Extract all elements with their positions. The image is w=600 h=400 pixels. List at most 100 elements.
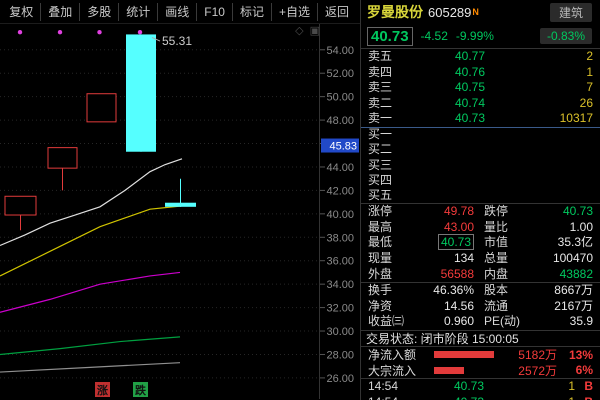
menu-item-f10[interactable]: F10 bbox=[196, 3, 232, 21]
price-change: -4.52 bbox=[421, 29, 448, 43]
svg-text:涨: 涨 bbox=[97, 383, 108, 397]
svg-text:50.00: 50.00 bbox=[326, 92, 354, 104]
svg-text:34.00: 34.00 bbox=[326, 279, 354, 291]
tick-price: 40.73 bbox=[414, 395, 484, 400]
candlestick-chart[interactable]: 54.0052.0050.0048.0046.0044.0042.0040.00… bbox=[0, 24, 360, 399]
stat-value: 43882 bbox=[534, 267, 593, 282]
bid-row-5[interactable]: 买五 bbox=[361, 189, 600, 205]
ask-label: 卖一 bbox=[368, 111, 413, 126]
tick-side: B bbox=[575, 379, 593, 394]
stat-value: 100470 bbox=[534, 251, 593, 266]
low-price-boxed: 40.73 bbox=[438, 234, 474, 250]
stats-group-2: 换手 46.36% 股本 8667万 净资 14.56 流通 2167万 收益㈢… bbox=[361, 283, 600, 331]
ask-label: 卖四 bbox=[368, 65, 413, 80]
ask-price: 40.73 bbox=[413, 111, 485, 126]
ask-volume: 10317 bbox=[485, 111, 593, 126]
kline-chart-region: ◇ ▣ 54.0052.0050.0048.0046.0044.0042.004… bbox=[0, 24, 360, 400]
svg-text:36.00: 36.00 bbox=[326, 256, 354, 268]
menu-item-statistics[interactable]: 统计 bbox=[118, 3, 157, 21]
menu-item-back[interactable]: 返回 bbox=[317, 3, 356, 21]
stock-code: 605289 bbox=[428, 5, 471, 20]
inflow-bar bbox=[434, 351, 494, 358]
svg-text:48.00: 48.00 bbox=[326, 115, 354, 127]
menu-item-mark[interactable]: 标记 bbox=[232, 3, 271, 21]
bid-label: 买四 bbox=[368, 173, 413, 188]
svg-text:52.00: 52.00 bbox=[326, 68, 354, 80]
bid-label: 买三 bbox=[368, 158, 413, 173]
last-price: 40.73 bbox=[367, 27, 413, 46]
ask-price: 40.76 bbox=[413, 65, 485, 80]
ask-price: 40.77 bbox=[413, 49, 485, 64]
stat-row: 收益㈢ 0.960 PE(动) 35.9 bbox=[361, 314, 600, 330]
ask-label: 卖五 bbox=[368, 49, 413, 64]
ask-row-1[interactable]: 卖一 40.73 10317 bbox=[361, 111, 600, 127]
menu: 复权 叠加 多股 统计 画线 F10 标记 +自选 返回 bbox=[2, 3, 356, 21]
stat-value: 2167万 bbox=[534, 299, 593, 314]
ask-price: 40.75 bbox=[413, 80, 485, 95]
tick-time: 14:54 bbox=[368, 395, 414, 400]
new-stock-tag: N bbox=[472, 7, 479, 17]
ask-volume: 2 bbox=[485, 49, 593, 64]
net-inflow-row: 净流入额 5182万 13% bbox=[361, 347, 600, 363]
stat-row: 换手 46.36% 股本 8667万 bbox=[361, 283, 600, 299]
industry-button[interactable]: 建筑 bbox=[550, 3, 592, 22]
bid-row-4[interactable]: 买四 bbox=[361, 173, 600, 189]
ask-row-4[interactable]: 卖四 40.76 1 bbox=[361, 65, 600, 81]
menu-item-adjust[interactable]: 复权 bbox=[2, 3, 40, 21]
stat-label: 股本 bbox=[484, 283, 534, 298]
bid-row-2[interactable]: 买二 bbox=[361, 142, 600, 158]
tick-list[interactable]: 14:54 40.73 1 B 14:54 40.73 1 B bbox=[361, 378, 600, 400]
flow-percent: 13% bbox=[557, 348, 593, 362]
svg-text:40.00: 40.00 bbox=[326, 209, 354, 221]
ask-row-2[interactable]: 卖二 40.74 26 bbox=[361, 96, 600, 112]
menu-item-draw-line[interactable]: 画线 bbox=[157, 3, 196, 21]
menu-item-add-watchlist[interactable]: +自选 bbox=[271, 3, 317, 21]
ask-volume: 26 bbox=[485, 96, 593, 111]
stat-value: 56588 bbox=[415, 267, 474, 282]
ask-label: 卖三 bbox=[368, 80, 413, 95]
stat-label: 最低 bbox=[368, 235, 415, 250]
tick-row: 14:54 40.73 1 B bbox=[361, 379, 600, 395]
bid-row-1[interactable]: 买一 bbox=[361, 127, 600, 143]
menu-item-overlay[interactable]: 叠加 bbox=[40, 3, 79, 21]
ask-row-5[interactable]: 卖五 40.77 2 bbox=[361, 49, 600, 65]
stat-label: 流通 bbox=[484, 299, 534, 314]
stat-label: 跌停 bbox=[484, 204, 534, 219]
svg-text:28.00: 28.00 bbox=[326, 349, 354, 361]
stat-label: 总量 bbox=[484, 251, 534, 266]
stat-value: 0.960 bbox=[415, 314, 474, 329]
industry-change-button[interactable]: -0.83% bbox=[540, 28, 592, 44]
flow-value: 5182万 bbox=[494, 346, 557, 363]
ask-price: 40.74 bbox=[413, 96, 485, 111]
diamond-tool-icon[interactable]: ◇ bbox=[295, 24, 303, 37]
top-menu-bar: 复权 叠加 多股 统计 画线 F10 标记 +自选 返回 bbox=[0, 0, 360, 24]
flow-value: 2572万 bbox=[464, 362, 557, 379]
bid-row-3[interactable]: 买三 bbox=[361, 158, 600, 174]
menu-item-multi-stock[interactable]: 多股 bbox=[79, 3, 118, 21]
window-tool-icon[interactable]: ▣ bbox=[310, 24, 320, 37]
stat-value: 40.73 bbox=[415, 235, 474, 250]
stat-label: 最高 bbox=[368, 220, 415, 235]
stat-label: 外盘 bbox=[368, 267, 415, 282]
stat-value: 46.36% bbox=[415, 283, 474, 298]
svg-text:跌: 跌 bbox=[135, 383, 147, 397]
stock-header: 罗曼股份 605289 N 建筑 bbox=[361, 0, 600, 24]
ask-volume: 1 bbox=[485, 65, 593, 80]
chart-toolbar: ◇ ▣ bbox=[295, 24, 320, 37]
bid-label: 买一 bbox=[368, 127, 413, 142]
stat-value: 14.56 bbox=[415, 299, 474, 314]
tick-volume: 1 bbox=[484, 379, 575, 394]
tick-row: 14:54 40.73 1 B bbox=[361, 394, 600, 400]
svg-text:32.00: 32.00 bbox=[326, 303, 354, 315]
stat-row: 净资 14.56 流通 2167万 bbox=[361, 299, 600, 315]
stats-panel: 涨停 49.78 跌停 40.73 最高 43.00 量比 1.00 最低 40… bbox=[361, 204, 600, 331]
svg-text:30.00: 30.00 bbox=[326, 326, 354, 338]
stat-label: PE(动) bbox=[484, 314, 534, 329]
stat-label: 涨停 bbox=[368, 204, 415, 219]
ask-row-3[interactable]: 卖三 40.75 7 bbox=[361, 80, 600, 96]
stat-value: 1.00 bbox=[534, 220, 593, 235]
stat-row: 最高 43.00 量比 1.00 bbox=[361, 220, 600, 236]
flow-label: 大宗流入 bbox=[368, 362, 434, 379]
order-book: 卖五 40.77 2 卖四 40.76 1 卖三 40.75 7 卖二 40.7… bbox=[361, 49, 600, 204]
money-flow-section: 净流入额 5182万 13% 大宗流入 2572万 6% bbox=[361, 347, 600, 378]
